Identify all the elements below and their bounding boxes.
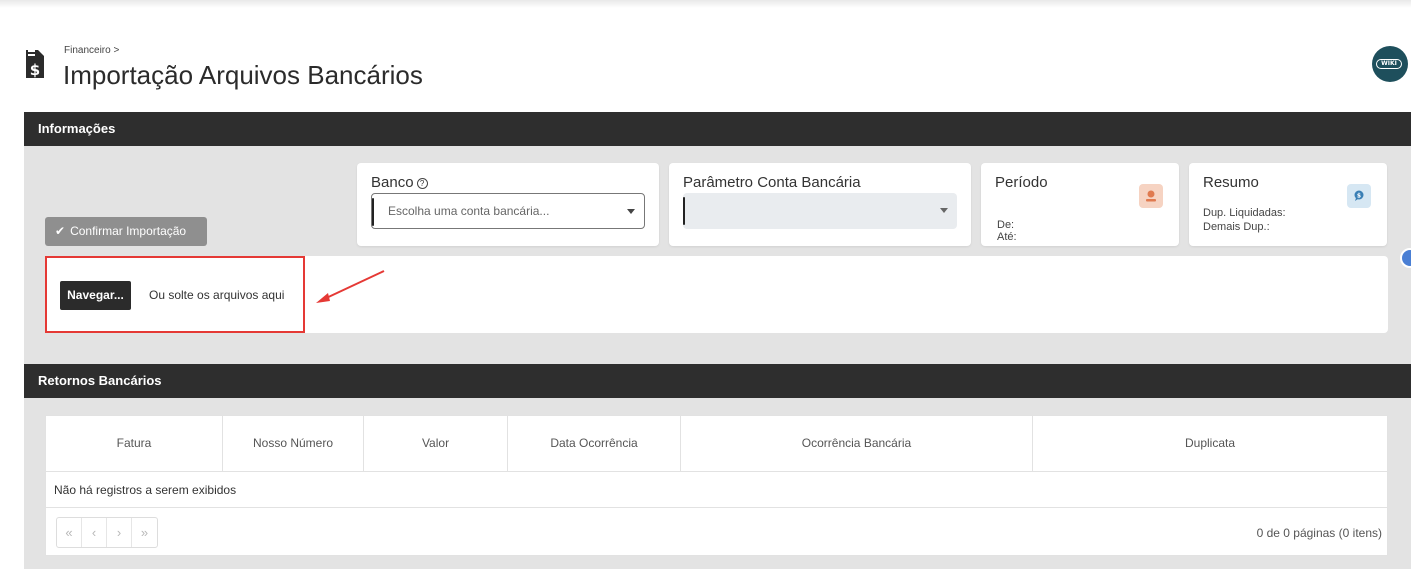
banco-title: Banco? [371, 174, 428, 191]
confirm-import-button[interactable]: ✔ Confirmar Importação [45, 217, 207, 246]
periodo-card: Período De: Até: [981, 163, 1179, 246]
pagination: « ‹ › » [56, 517, 158, 548]
column-header-fatura[interactable]: Fatura [46, 416, 223, 471]
periodo-ate-label: Até: [997, 231, 1017, 243]
resumo-label: Resumo [1203, 174, 1259, 191]
column-header-duplicata[interactable]: Duplicata [1033, 416, 1387, 471]
banco-label: Banco [371, 174, 414, 191]
page-title: Importação Arquivos Bancários [63, 60, 423, 90]
retornos-table: Fatura Nosso Número Valor Data Ocorrênci… [45, 415, 1388, 556]
empty-message: Não há registros a serem exibidos [46, 472, 1387, 508]
periodo-de-label: De: [997, 219, 1015, 231]
prev-page-button[interactable]: ‹ [82, 518, 107, 547]
wiki-icon: WIKI [1376, 59, 1402, 69]
wiki-button[interactable]: WIKI [1372, 46, 1408, 82]
column-header-ocorrencia-bancaria[interactable]: Ocorrência Bancária [681, 416, 1033, 471]
resumo-demais-label: Demais Dup.: [1203, 221, 1270, 233]
next-page-button[interactable]: › [107, 518, 132, 547]
browse-button[interactable]: Navegar... [60, 281, 131, 310]
svg-text:$: $ [30, 61, 40, 79]
confirm-import-label: Confirmar Importação [70, 224, 187, 238]
column-header-data-ocorrencia[interactable]: Data Ocorrência [508, 416, 681, 471]
check-icon: ✔ [55, 224, 66, 238]
help-icon[interactable]: ? [416, 177, 428, 189]
drop-hint: Ou solte os arquivos aqui [149, 288, 285, 302]
last-page-button[interactable]: » [132, 518, 157, 547]
first-page-button[interactable]: « [57, 518, 82, 547]
pagination-info: 0 de 0 páginas (0 itens) [1256, 526, 1382, 540]
parametro-card: Parâmetro Conta Bancária [669, 163, 971, 246]
chevron-down-icon [940, 208, 948, 213]
column-header-valor[interactable]: Valor [364, 416, 508, 471]
resumo-card: Resumo Dup. Liquidadas: Demais Dup.: $ [1189, 163, 1387, 246]
banco-select[interactable]: Escolha uma conta bancária... [371, 193, 645, 229]
select-accent [683, 197, 685, 225]
section-header-informacoes: Informações [24, 112, 1411, 146]
periodo-label: Período [995, 174, 1048, 191]
chat-dollar-icon: $ [1347, 184, 1371, 208]
select-accent [372, 198, 374, 226]
top-shadow [0, 0, 1411, 8]
chevron-down-icon [627, 209, 635, 214]
banco-card: Banco? Escolha uma conta bancária... [357, 163, 659, 246]
arrow-annotation-icon [316, 270, 385, 303]
svg-text:$: $ [1357, 192, 1361, 199]
table-header: Fatura Nosso Número Valor Data Ocorrênci… [46, 416, 1387, 472]
resumo-liquidadas-label: Dup. Liquidadas: [1203, 207, 1286, 219]
breadcrumb[interactable]: Financeiro > [64, 45, 119, 56]
section-header-retornos: Retornos Bancários [24, 364, 1411, 398]
page-header: $ Financeiro > Importação Arquivos Bancá… [0, 40, 1411, 100]
parametro-select[interactable] [683, 193, 957, 229]
dollar-document-icon: $ [26, 50, 44, 79]
user-badge-icon [1139, 184, 1163, 208]
banco-placeholder: Escolha uma conta bancária... [388, 204, 550, 218]
column-header-nosso-numero[interactable]: Nosso Número [223, 416, 364, 471]
parametro-label: Parâmetro Conta Bancária [683, 174, 861, 191]
